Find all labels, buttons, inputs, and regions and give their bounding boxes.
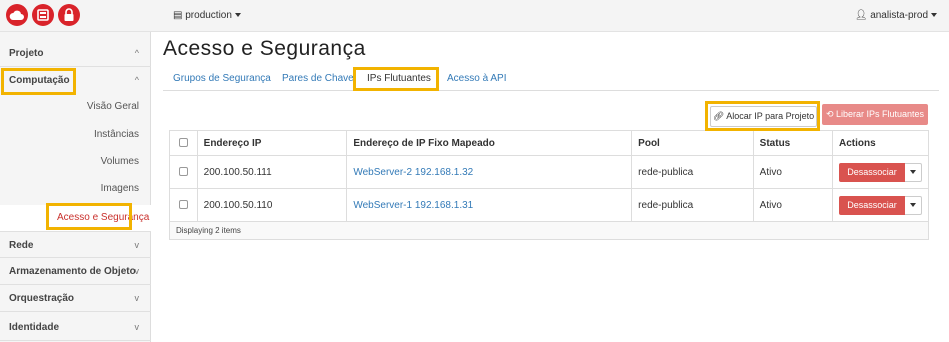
chevron-down-icon: v xyxy=(134,293,140,303)
cell-status: Ativo xyxy=(752,188,834,222)
tab-grupos-seguranca[interactable]: Grupos de Segurança xyxy=(173,73,271,84)
cell-ip: 200.100.50.111 xyxy=(196,155,348,189)
chevron-down-icon xyxy=(910,170,916,174)
project-dropdown-label: production xyxy=(185,10,232,21)
sidebar-item-visao-geral[interactable]: Visão Geral xyxy=(87,101,139,112)
disassociate-button[interactable]: Desassociar xyxy=(839,162,905,182)
server-logo-icon[interactable] xyxy=(32,4,54,26)
cell-ip: 200.100.50.110 xyxy=(196,188,348,222)
sidebar-group-orquestracao[interactable]: Orquestração v xyxy=(0,285,151,312)
cell-pool: rede-publica xyxy=(631,155,754,189)
chevron-up-icon: ^ xyxy=(134,75,139,85)
sidebar-group-label: Rede xyxy=(9,240,34,251)
highlight-box-ips-flutuantes xyxy=(353,67,439,91)
highlight-box-computacao xyxy=(1,68,76,95)
table-header-row: Endereço IP Endereço de IP Fixo Mapeado … xyxy=(169,130,929,156)
top-navbar: ▤ production 👤︎ analista-prod xyxy=(0,0,949,32)
chevron-up-icon: ^ xyxy=(134,48,139,58)
col-header-status[interactable]: Status xyxy=(752,130,834,156)
row-select-cell xyxy=(169,188,198,222)
lock-logo-icon[interactable] xyxy=(58,4,80,26)
col-header-mapped[interactable]: Endereço de IP Fixo Mapeado xyxy=(346,130,633,156)
project-dropdown[interactable]: ▤ production xyxy=(173,10,241,21)
release-icon: ⟲ xyxy=(825,109,834,119)
sidebar-group-identidade[interactable]: Identidade v xyxy=(0,314,151,341)
chevron-down-icon xyxy=(910,203,916,207)
project-icon: ▤ xyxy=(173,10,183,21)
col-header-pool[interactable]: Pool xyxy=(631,130,754,156)
floating-ips-table: Endereço IP Endereço de IP Fixo Mapeado … xyxy=(169,130,929,240)
action-button-group: Desassociar xyxy=(839,162,922,182)
table-row: 200.100.50.110 WebServer-1 192.168.1.31 … xyxy=(169,188,929,222)
release-ips-button[interactable]: ⟲ Liberar IPs Flutuantes xyxy=(822,104,928,125)
user-dropdown-label: analista-prod xyxy=(870,10,928,21)
cloud-logo-icon[interactable] xyxy=(6,4,28,26)
chevron-down-icon: v xyxy=(134,266,140,276)
sidebar-group-label: Armazenamento de Objeto xyxy=(9,266,136,277)
chevron-down-icon: v xyxy=(134,322,140,332)
col-header-ip[interactable]: Endereço IP xyxy=(196,130,348,156)
cell-actions: Desassociar xyxy=(832,155,929,189)
row-checkbox[interactable] xyxy=(178,167,188,177)
table-row: 200.100.50.111 WebServer-2 192.168.1.32 … xyxy=(169,155,929,189)
row-checkbox[interactable] xyxy=(178,200,188,210)
action-dropdown-toggle[interactable] xyxy=(905,195,922,215)
tab-acesso-api[interactable]: Acesso à API xyxy=(447,73,506,84)
sidebar-group-label: Projeto xyxy=(9,48,44,59)
row-select-cell xyxy=(169,155,198,189)
highlight-box-alloc-button xyxy=(705,101,820,131)
table-footer-row: Displaying 2 items xyxy=(169,221,929,240)
table-footer: Displaying 2 items xyxy=(169,221,929,240)
disassociate-button[interactable]: Desassociar xyxy=(839,195,905,215)
chevron-down-icon: v xyxy=(134,240,140,250)
release-ips-label: Liberar IPs Flutuantes xyxy=(836,109,925,119)
action-dropdown-toggle[interactable] xyxy=(905,162,922,182)
cell-status: Ativo xyxy=(752,155,834,189)
sidebar-group-armazenamento[interactable]: Armazenamento de Objeto v xyxy=(0,258,151,285)
action-button-group: Desassociar xyxy=(839,195,922,215)
sidebar-group-rede[interactable]: Rede v xyxy=(0,231,151,258)
user-dropdown[interactable]: 👤︎ analista-prod xyxy=(855,10,937,21)
page-title: Acesso e Segurança xyxy=(163,37,366,60)
sidebar-item-instancias[interactable]: Instâncias xyxy=(94,129,139,140)
tab-bar: Grupos de Segurança Pares de Chave IPs F… xyxy=(163,68,939,91)
highlight-box-acesso-seguranca xyxy=(46,203,132,230)
select-all-cell xyxy=(169,130,198,156)
tab-pares-chave[interactable]: Pares de Chave xyxy=(282,73,354,84)
cell-pool: rede-publica xyxy=(631,188,754,222)
sidebar-item-volumes[interactable]: Volumes xyxy=(101,156,139,167)
select-all-checkbox[interactable] xyxy=(178,138,188,148)
cell-mapped-link[interactable]: WebServer-2 192.168.1.32 xyxy=(346,155,633,189)
col-header-actions: Actions xyxy=(832,130,929,156)
sidebar-item-imagens[interactable]: Imagens xyxy=(101,183,139,194)
cell-mapped-link[interactable]: WebServer-1 192.168.1.31 xyxy=(346,188,633,222)
sidebar-group-label: Orquestração xyxy=(9,293,75,304)
chevron-down-icon xyxy=(931,13,937,18)
chevron-down-icon xyxy=(234,13,241,18)
sidebar-group-label: Identidade xyxy=(9,322,60,333)
sidebar-group-projeto[interactable]: Projeto ^ xyxy=(0,40,151,67)
cell-actions: Desassociar xyxy=(832,188,929,222)
user-icon: 👤︎ xyxy=(854,10,868,21)
logo-group xyxy=(6,4,80,26)
